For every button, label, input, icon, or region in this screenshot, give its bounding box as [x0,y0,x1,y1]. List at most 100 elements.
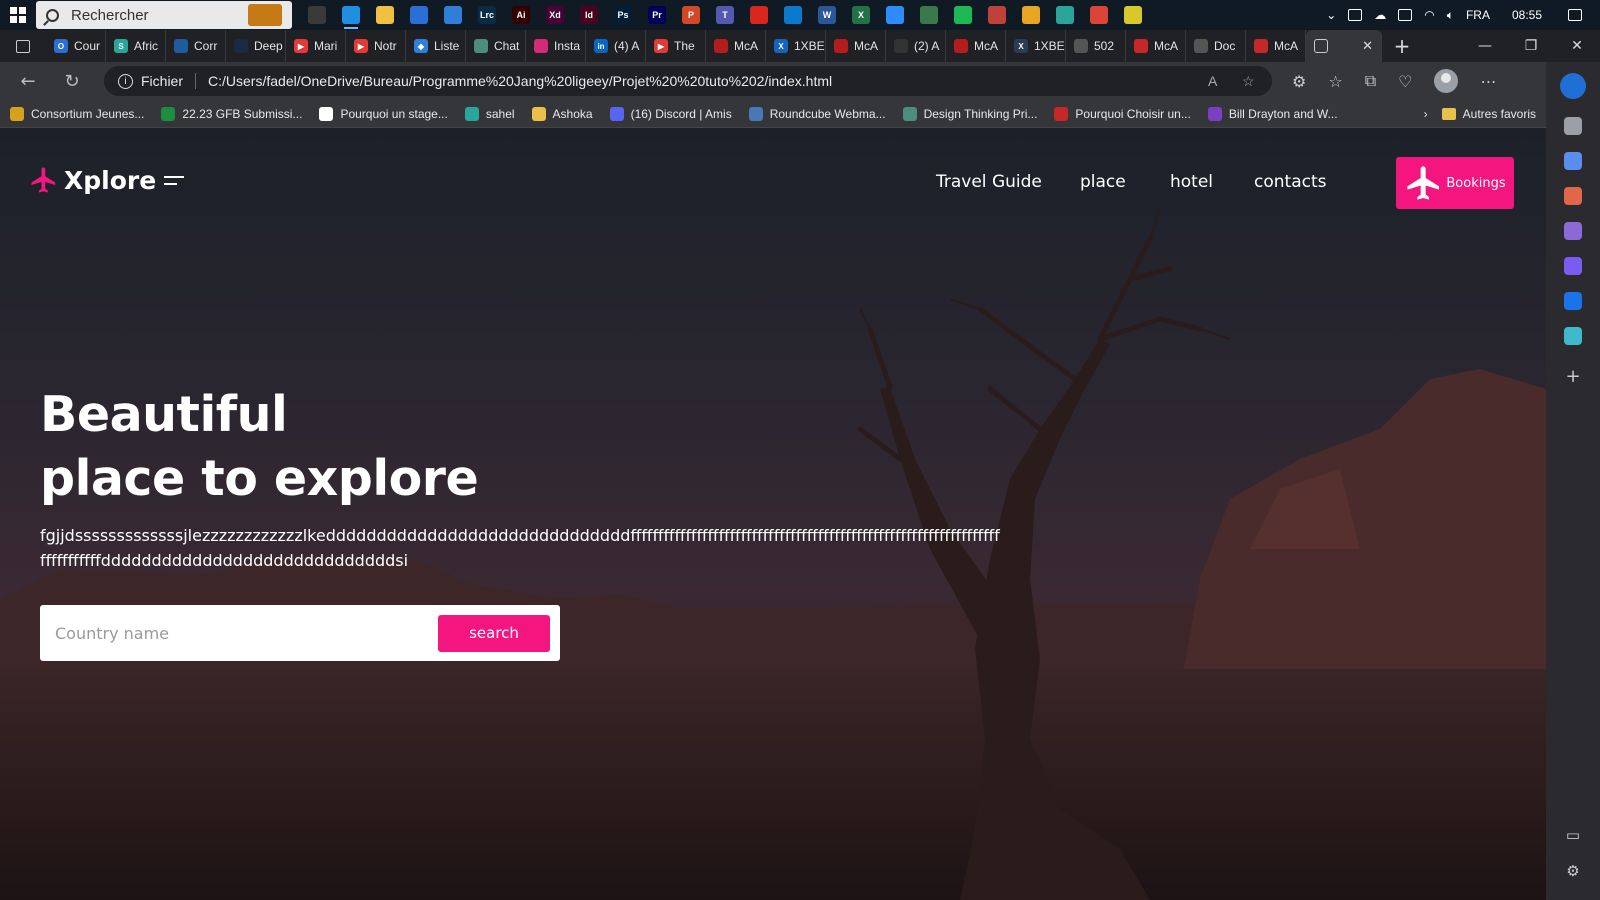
bookmark-item[interactable]: Pourquoi Choisir un... [1054,106,1191,121]
volume-icon[interactable]: 🔈︎ [1447,8,1454,23]
taskbar-app-app-circle[interactable] [980,0,1014,30]
taskbar-app-edge[interactable] [334,0,368,30]
site-logo[interactable]: Xplore [29,165,185,195]
browser-tab[interactable]: McA [946,30,1006,62]
nav-travel-guide[interactable]: Travel Guide [936,172,1042,192]
browser-tab[interactable]: ▶ Notr [346,30,406,62]
browser-tab[interactable]: Insta [526,30,586,62]
search-button[interactable]: search [438,614,550,652]
browser-tab[interactable]: McA [706,30,766,62]
taskbar-app-photoshop[interactable]: Ps [606,0,640,30]
taskbar-app-teams[interactable]: T [708,0,742,30]
bookmark-item[interactable]: sahel [464,106,515,121]
taskbar-app-store[interactable] [402,0,436,30]
bookmark-item[interactable]: 22.23 GFB Submissi... [161,106,302,121]
browser-tab[interactable]: Chat [466,30,526,62]
nav-place[interactable]: place [1080,172,1126,192]
settings-icon[interactable]: ⚙ [1566,862,1579,880]
bookings-button[interactable]: Bookings [1396,157,1514,209]
tab-actions-button[interactable] [0,30,46,62]
sidebar-send-button[interactable] [1558,321,1588,351]
sidebar-copilot-button[interactable] [1558,251,1588,281]
taskbar-app-indesign[interactable]: Id [572,0,606,30]
taskbar-app-word[interactable]: W [810,0,844,30]
close-tab-icon[interactable]: ✕ [1362,38,1373,54]
address-bar[interactable]: i Fichier C:/Users/fadel/OneDrive/Bureau… [104,66,1272,96]
menu-icon[interactable] [164,175,185,185]
refresh-button[interactable]: ↻ [50,62,94,100]
taskbar-app-zoom[interactable] [878,0,912,30]
taskbar-app-powerpoint[interactable]: P [674,0,708,30]
clock[interactable]: 08:55 [1512,8,1542,22]
nav-hotel[interactable]: hotel [1170,172,1213,192]
chevron-up-icon[interactable]: ⌄ [1326,8,1336,22]
url-text[interactable]: C:/Users/fadel/OneDrive/Bureau/Programme… [208,73,1190,89]
country-search-input[interactable] [55,623,438,643]
taskbar-app-vscode[interactable] [776,0,810,30]
taskbar-app-task-view[interactable] [300,0,334,30]
browser-tab[interactable]: ▶ The [646,30,706,62]
cloud-icon[interactable]: ☁ [1374,8,1386,22]
browser-tab[interactable]: McA [1126,30,1186,62]
bookmark-item[interactable]: Consortium Jeunes... [10,106,144,121]
new-tab-button[interactable]: + [1382,34,1422,58]
bookmark-item[interactable]: Ashoka [531,106,593,121]
sidebar-games-button[interactable] [1558,216,1588,246]
chevron-right-icon[interactable]: › [1424,107,1428,121]
browser-tab[interactable]: X 1XBE [766,30,826,62]
browser-tab[interactable]: McA [826,30,886,62]
browser-tab[interactable]: Doc [1186,30,1246,62]
browser-tab[interactable]: Deep [226,30,286,62]
taskbar-app-spotify[interactable] [946,0,980,30]
sidebar-panel-icon[interactable]: ▭ [1566,826,1580,844]
bookmark-item[interactable]: Bill Drayton and W... [1207,106,1338,121]
taskbar-app-xd[interactable]: Xd [538,0,572,30]
sidebar-outlook-button[interactable] [1558,286,1588,316]
taskbar-app-acrobat[interactable] [742,0,776,30]
taskbar-app-premiere[interactable]: Pr [640,0,674,30]
bookmark-item[interactable]: Pourquoi un stage... [319,106,448,121]
taskbar-app-illustrator[interactable]: Ai [504,0,538,30]
taskbar-app-chrome[interactable] [1014,0,1048,30]
browser-tab[interactable]: O Cour [46,30,106,62]
browser-tab[interactable]: S Afric [106,30,166,62]
browser-tab[interactable]: (2) A [886,30,946,62]
read-aloud-icon[interactable]: A [1208,73,1224,89]
browser-tab[interactable]: Corr [166,30,226,62]
start-button[interactable] [0,0,36,30]
browser-tab[interactable]: ▶ Mari [286,30,346,62]
taskbar-app-lightroom[interactable]: Lrc [470,0,504,30]
browser-tab[interactable]: McA [1246,30,1306,62]
bing-copilot-button[interactable] [1558,71,1588,101]
tab-active[interactable]: ✕ [1306,30,1382,62]
taskbar-app-download[interactable] [912,0,946,30]
browser-tab[interactable]: ◆ Liste [406,30,466,62]
browser-tab[interactable]: 502 [1066,30,1126,62]
sidebar-tag-button[interactable] [1558,146,1588,176]
extensions-icon[interactable]: ⚙ [1292,72,1306,91]
browser-tab[interactable]: in (4) A [586,30,646,62]
wifi-icon[interactable]: ◠ [1424,8,1434,22]
browser-tab[interactable]: X 1XBE [1006,30,1066,62]
performance-icon[interactable]: ♡ [1398,72,1412,91]
language-indicator[interactable]: FRA [1466,8,1490,22]
display-icon[interactable] [1348,9,1363,21]
profile-avatar[interactable] [1434,69,1459,93]
taskbar-search[interactable]: Rechercher [36,1,292,29]
taskbar-app-chrome-2[interactable] [1082,0,1116,30]
battery-icon[interactable] [1398,9,1413,21]
sidebar-briefcase-button[interactable] [1558,181,1588,211]
taskbar-app-app-green[interactable] [1048,0,1082,30]
add-sidebar-app-button[interactable]: + [1558,361,1588,391]
taskbar-app-file-explorer[interactable] [368,0,402,30]
favorite-star-icon[interactable]: ☆ [1242,73,1258,89]
bookmark-item[interactable]: Design Thinking Pri... [902,106,1037,121]
other-favorites[interactable]: Autres favoris [1441,107,1536,121]
taskbar-app-mail[interactable] [436,0,470,30]
taskbar-app-app-yellow[interactable] [1116,0,1150,30]
close-window-button[interactable]: ✕ [1554,30,1600,62]
bookmark-item[interactable]: Roundcube Webma... [748,106,886,121]
restore-button[interactable]: ❐ [1508,30,1554,62]
favorites-icon[interactable]: ☆ [1328,72,1342,91]
bookmark-item[interactable]: (16) Discord | Amis [609,106,732,121]
